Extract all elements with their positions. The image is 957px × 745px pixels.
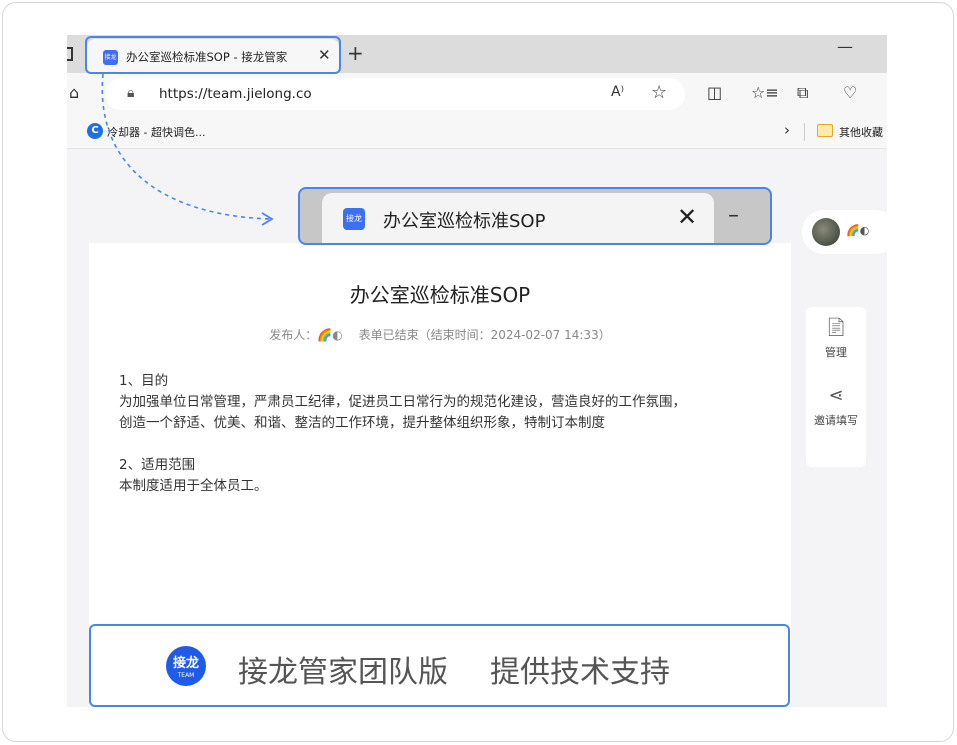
status-text: 表单已结束（结束时间：2024-02-07 14:33） — [358, 328, 611, 342]
brand-name: 接龙管家团队版 — [238, 655, 448, 690]
document-body: 1、目的 为加强单位日常管理，严肃员工纪律，促进员工日常行为的规范化建设，营造良… — [119, 371, 769, 497]
logo-subtext: TEAM — [177, 672, 195, 679]
manage-label: 管理 — [825, 346, 847, 359]
browser-essentials-icon[interactable]: ♡ — [843, 83, 857, 102]
callout-arrow — [101, 73, 274, 226]
publisher-name: 🌈◐ — [317, 328, 343, 342]
side-panel: 📄︎ 管理 ⋖ 邀请填写 — [806, 307, 866, 467]
publisher-label: 发布人： — [269, 328, 318, 342]
page-title: 办公室巡检标准SOP — [349, 283, 531, 307]
paragraph-line: 本制度适用于全体员工。 — [119, 478, 268, 494]
jielong-logo-icon: 接龙 TEAM — [166, 646, 206, 686]
document-meta: 发布人：🌈◐ 表单已结束（结束时间：2024-02-07 14:33） — [89, 326, 791, 343]
minimize-icon[interactable]: — — [837, 37, 853, 56]
home-icon[interactable]: ⌂ — [69, 83, 79, 102]
section-heading: 2、适用范围 — [119, 457, 196, 473]
section-heading: 1、目的 — [119, 373, 169, 389]
publisher: 发布人：🌈◐ — [269, 328, 342, 342]
collections-icon[interactable]: ⧉ — [797, 83, 808, 103]
zoomed-tab-callout: 接龙 办公室巡检标准SOP ✕ – — [298, 187, 772, 245]
invite-label: 邀请填写 — [814, 414, 858, 427]
footer-text: 接龙管家团队版 提供技术支持 — [238, 647, 670, 691]
zoomed-minimize-icon: – — [728, 203, 739, 228]
read-aloud-icon[interactable]: A⁾ — [611, 84, 624, 100]
logo-text: 接龙 — [172, 656, 199, 671]
user-name: 🌈◐ — [846, 224, 870, 237]
share-icon: ⋖ — [828, 385, 844, 406]
user-menu[interactable]: 🌈◐ — [802, 210, 887, 254]
avatar[interactable] — [812, 218, 840, 246]
other-favorites[interactable]: 其他收藏 — [839, 124, 883, 140]
invite-button[interactable]: ⋖ 邀请填写 — [806, 385, 866, 428]
sidebar-toggle-icon[interactable] — [67, 47, 73, 61]
bookmark-separator — [804, 123, 805, 141]
zoomed-close-icon: ✕ — [677, 203, 698, 231]
zoomed-favicon-icon: 接龙 — [343, 208, 365, 230]
footer-banner: 接龙 TEAM 接龙管家团队版 提供技术支持 — [89, 624, 790, 707]
tab-highlight-outline — [85, 36, 341, 74]
split-screen-icon[interactable]: ◫ — [707, 83, 722, 102]
favorites-icon[interactable]: ☆≡ — [751, 83, 779, 102]
favorite-star-icon[interactable]: ☆ — [651, 82, 667, 103]
paragraph-line: 创造一个舒适、优美、和谐、整洁的工作环境，提升整体组织形象，特制订本制度 — [119, 415, 605, 431]
folder-icon[interactable] — [817, 124, 833, 137]
new-tab-icon[interactable]: + — [347, 41, 364, 65]
paragraph-line: 为加强单位日常管理，严肃员工纪律，促进员工日常行为的规范化建设，营造良好的工作氛… — [119, 394, 686, 410]
document-settings-icon: 📄︎ — [824, 317, 848, 338]
support-text: 提供技术支持 — [490, 655, 670, 690]
manage-button[interactable]: 📄︎ 管理 — [806, 317, 866, 360]
zoomed-tab-title: 办公室巡检标准SOP — [383, 211, 546, 232]
chevron-right-icon[interactable]: › — [784, 121, 790, 139]
zoomed-tab: 接龙 办公室巡检标准SOP ✕ — [322, 193, 714, 243]
